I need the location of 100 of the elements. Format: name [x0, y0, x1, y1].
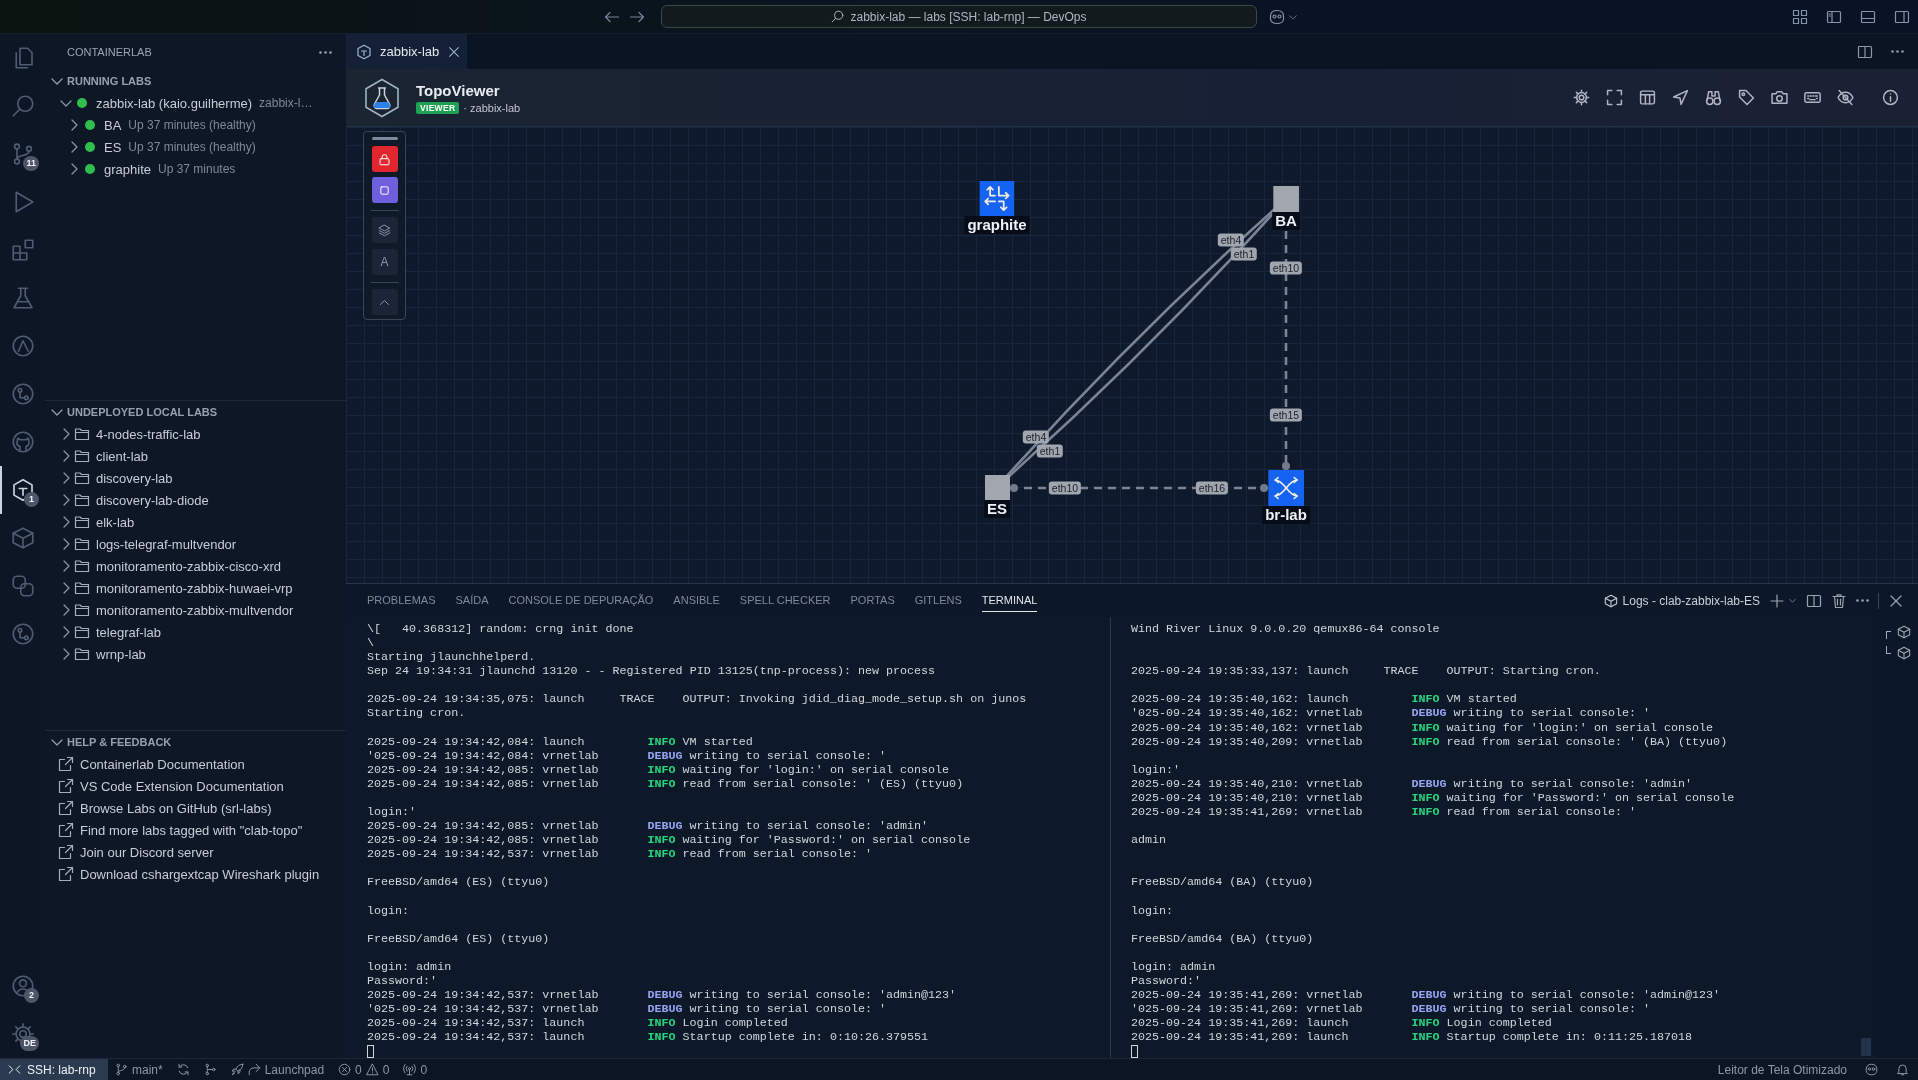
problems-indicator[interactable]: 0 0: [331, 1059, 397, 1080]
tag-icon[interactable]: [1737, 89, 1755, 106]
bell-icon[interactable]: [1896, 1063, 1909, 1076]
location-arrow-icon[interactable]: [1671, 89, 1689, 106]
lab-node-label[interactable]: BA: [104, 117, 122, 133]
block-cursor-icon: [1131, 1045, 1138, 1058]
screen-reader-mode[interactable]: Leitor de Tela Otimizado: [1708, 1059, 1856, 1080]
layers-button[interactable]: [371, 217, 398, 243]
activity-button[interactable]: 1: [0, 466, 45, 514]
panel-tab[interactable]: PORTAS: [850, 589, 895, 612]
launchpad-item[interactable]: Launchpad: [223, 1059, 332, 1080]
panel-tab[interactable]: SPELL CHECKER: [739, 589, 831, 612]
robot-face-icon[interactable]: [1269, 8, 1285, 25]
log-source: vrnetlab: [542, 988, 599, 1003]
terminal-selector[interactable]: Logs - clab-zabbix-lab-ES: [1603, 593, 1760, 608]
branch-indicator[interactable]: main*: [108, 1059, 170, 1080]
drag-handle[interactable]: [371, 137, 398, 140]
notification-count: DE: [20, 1036, 39, 1051]
section-header[interactable]: RUNNING LABS: [45, 70, 346, 92]
help-link[interactable]: VS Code Extension Documentation: [80, 778, 284, 794]
command-center-search[interactable]: zabbix-lab — labs [SSH: lab-rnp] — DevOps: [661, 5, 1257, 28]
info-icon[interactable]: [1881, 89, 1899, 106]
table-layout-icon[interactable]: [1638, 89, 1656, 106]
lab-node-label[interactable]: graphite: [104, 161, 151, 177]
ports-indicator[interactable]: 0: [396, 1059, 435, 1080]
binoculars-icon[interactable]: [1704, 89, 1722, 106]
square-tool-button[interactable]: [371, 177, 398, 203]
lab-folder-label[interactable]: monitoramento-zabbix-cisco-xrd: [96, 558, 281, 574]
scrollbar-thumb[interactable]: [1861, 1038, 1871, 1056]
camera-icon[interactable]: [1770, 89, 1788, 106]
status-description: Up 37 minutes (healthy): [128, 118, 256, 132]
folder-icon: [74, 646, 90, 662]
lab-folder-label[interactable]: discovery-lab: [96, 470, 173, 486]
bottom-pane-icon[interactable]: [1860, 8, 1876, 25]
split-pane-icon[interactable]: [1806, 592, 1822, 609]
trash-icon[interactable]: [1831, 592, 1847, 609]
section-header[interactable]: UNDEPLOYED LOCAL LABS: [45, 401, 346, 423]
bent-arrows-icon[interactable]: [979, 180, 1015, 216]
plus-icon[interactable]: [1769, 592, 1785, 609]
more-icon[interactable]: [319, 50, 332, 54]
lab-folder-label[interactable]: discovery-lab-diode: [96, 492, 209, 508]
lab-folder-label[interactable]: monitoramento-zabbix-multvendor: [96, 602, 294, 618]
lab-folder-label[interactable]: telegraf-lab: [96, 624, 162, 640]
section-header[interactable]: HELP & FEEDBACK: [45, 731, 346, 753]
log-severity: DEBUG: [1411, 1002, 1447, 1017]
node-label: BA: [1272, 212, 1300, 230]
keyboard-icon[interactable]: [1803, 89, 1821, 106]
help-link[interactable]: Containerlab Documentation: [80, 756, 245, 772]
more-icon[interactable]: [1891, 50, 1904, 53]
lab-folder-label[interactable]: client-lab: [96, 448, 149, 464]
eye-slash-icon[interactable]: [1836, 89, 1854, 106]
close-icon[interactable]: [447, 44, 462, 59]
panel-tab[interactable]: PROBLEMAS: [367, 589, 436, 612]
log-severity: INFO: [647, 1030, 676, 1045]
help-link[interactable]: Find more labs tagged with "clab-topo": [80, 822, 303, 838]
external-link-icon: [58, 822, 74, 838]
panel-tab[interactable]: TERMINAL: [981, 589, 1038, 612]
grid-layout-icon[interactable]: [1792, 8, 1808, 25]
robot-face-icon[interactable]: [1865, 1063, 1878, 1076]
editor-tab[interactable]: zabbix-lab: [346, 34, 468, 69]
status-description: Up 37 minutes (healthy): [128, 140, 256, 154]
split-pane-icon[interactable]: [1857, 43, 1873, 60]
activity-button[interactable]: DE: [0, 1010, 45, 1058]
panel-tab[interactable]: GITLENS: [914, 589, 962, 612]
graph-icon[interactable]: [203, 1063, 217, 1076]
left-pane-icon[interactable]: [1826, 8, 1842, 25]
lock-button[interactable]: [371, 146, 398, 172]
activity-button[interactable]: 2: [0, 962, 45, 1010]
panel-tab[interactable]: SAÍDA: [455, 589, 489, 612]
log-timestamp: 2025-09-24 19:35:33,137:: [1131, 664, 1300, 679]
lab-folder-label[interactable]: elk-lab: [96, 514, 135, 530]
label-toggle-button[interactable]: A: [371, 249, 398, 275]
gear-icon[interactable]: [1572, 89, 1590, 106]
help-link[interactable]: Download cshargextcap Wireshark plugin: [80, 866, 320, 882]
square-node-icon[interactable]: [984, 474, 1010, 500]
fullscreen-icon[interactable]: [1605, 89, 1623, 106]
lock-icon: [378, 152, 391, 166]
square-node-icon[interactable]: [1273, 186, 1299, 212]
right-pane-icon[interactable]: [1894, 8, 1910, 25]
remote-indicator[interactable]: SSH: lab-rnp: [0, 1059, 108, 1080]
log-timestamp: 2025-09-24 19:35:41,269:: [1131, 1030, 1300, 1045]
help-link[interactable]: Join our Discord server: [80, 844, 214, 860]
lab-folder-label[interactable]: logs-telegraf-multvendor: [96, 536, 237, 552]
help-link[interactable]: Browse Labs on GitHub (srl-labs): [80, 800, 272, 816]
more-icon[interactable]: [1856, 599, 1869, 602]
lab-node-label[interactable]: ES: [104, 139, 122, 155]
cube-icon[interactable]: [1897, 624, 1911, 639]
crossed-arrows-icon[interactable]: [1268, 470, 1304, 506]
activity-button[interactable]: 11: [0, 130, 45, 178]
chevron-down-icon[interactable]: [1788, 596, 1797, 605]
panel-tab[interactable]: CONSOLE DE DEPURAÇÃO: [508, 589, 654, 612]
sync-icon[interactable]: [176, 1063, 190, 1076]
lab-folder-label[interactable]: wrnp-lab: [96, 646, 146, 662]
lab-folder-label[interactable]: monitoramento-zabbix-huwaei-vrp: [96, 580, 293, 596]
log-timestamp: 2025-09-24 19:35:40,162:: [1131, 692, 1300, 707]
panel-tab[interactable]: ANSIBLE: [673, 589, 720, 612]
lab-folder-label[interactable]: 4-nodes-traffic-lab: [96, 426, 201, 442]
circle-face-icon: [10, 430, 35, 454]
cube-icon[interactable]: [1897, 645, 1911, 660]
lab-node-label[interactable]: zabbix-lab (kaio.guilherme): [96, 95, 253, 111]
